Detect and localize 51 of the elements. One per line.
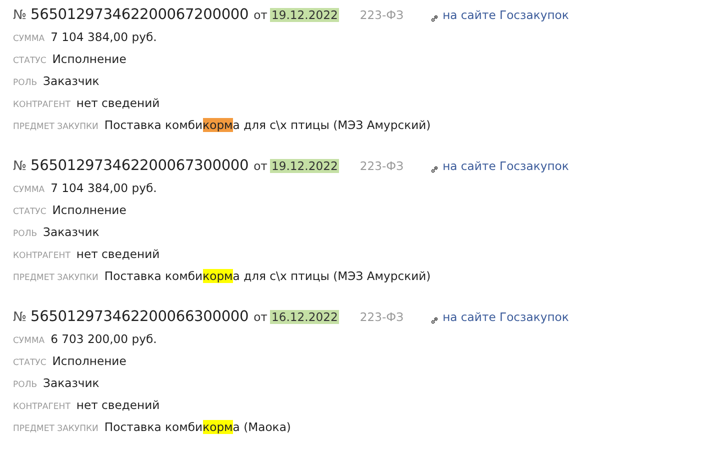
contract-number: 565012973462200067300000: [30, 157, 249, 174]
field-label: КОНТРАГЕНТ: [13, 100, 70, 110]
link-icon: [430, 14, 439, 22]
field-label: ПРЕДМЕТ ЗАКУПКИ: [13, 273, 98, 283]
procurement-subject: Поставка комбикорма для с\х птицы (МЭЗ Амурский): [104, 269, 431, 283]
procurement-site-link[interactable]: на сайте Госзакупок: [442, 310, 569, 324]
procurement-site-link[interactable]: на сайте Госзакупок: [442, 8, 569, 22]
field-label: РОЛЬ: [13, 78, 38, 88]
from-word: от: [254, 159, 268, 173]
contract-number: 565012973462200066300000: [30, 308, 249, 325]
field-label: СУММА: [13, 185, 45, 195]
link-icon: [430, 164, 439, 174]
field-label: СТАТУС: [13, 207, 46, 217]
field-label: КОНТРАГЕНТ: [13, 402, 70, 412]
field-label: РОЛЬ: [13, 380, 38, 390]
procurement-subject: Поставка комбикорма (Маока): [104, 420, 291, 434]
field-label: СТАТУС: [13, 358, 46, 368]
procurement-site-link[interactable]: на сайте Госзакупок: [442, 159, 569, 173]
from-word: от: [254, 8, 268, 22]
field-value: Исполнение: [52, 354, 126, 368]
number-sign: №: [13, 8, 27, 23]
from-word: от: [254, 310, 268, 324]
contract-date: 19.12.2022: [270, 8, 339, 22]
law-label: 223-ФЗ: [360, 8, 404, 22]
number-sign: №: [13, 159, 27, 174]
field-value: нет сведений: [76, 398, 160, 412]
procurement-subject: Поставка комбикорма для с\х птицы (МЭЗ Амурский): [104, 118, 431, 132]
field-label: СУММА: [13, 336, 45, 346]
field-value: Заказчик: [43, 225, 100, 239]
number-sign: №: [13, 310, 27, 325]
field-label: КОНТРАГЕНТ: [13, 251, 70, 261]
field-value: Заказчик: [43, 376, 100, 390]
contract-number: 565012973462200067200000: [30, 6, 249, 23]
field-value: 7 104 384,00 руб.: [50, 181, 157, 195]
contract-date: 16.12.2022: [270, 310, 339, 324]
law-label: 223-ФЗ: [360, 310, 404, 324]
law-label: 223-ФЗ: [360, 159, 404, 173]
field-value: 6 703 200,00 руб.: [50, 332, 157, 346]
field-label: ПРЕДМЕТ ЗАКУПКИ: [13, 122, 98, 132]
field-value: нет сведений: [76, 247, 160, 261]
field-label: СТАТУС: [13, 56, 46, 66]
field-value: Исполнение: [52, 203, 126, 217]
field-value: нет сведений: [76, 96, 160, 110]
field-value: Исполнение: [52, 52, 126, 66]
field-value: Заказчик: [43, 74, 100, 88]
contract-date: 19.12.2022: [270, 159, 339, 173]
field-label: РОЛЬ: [13, 229, 38, 239]
field-label: ПРЕДМЕТ ЗАКУПКИ: [13, 424, 98, 434]
field-label: СУММА: [13, 34, 45, 44]
field-value: 7 104 384,00 руб.: [50, 30, 157, 44]
link-icon: [430, 316, 439, 324]
